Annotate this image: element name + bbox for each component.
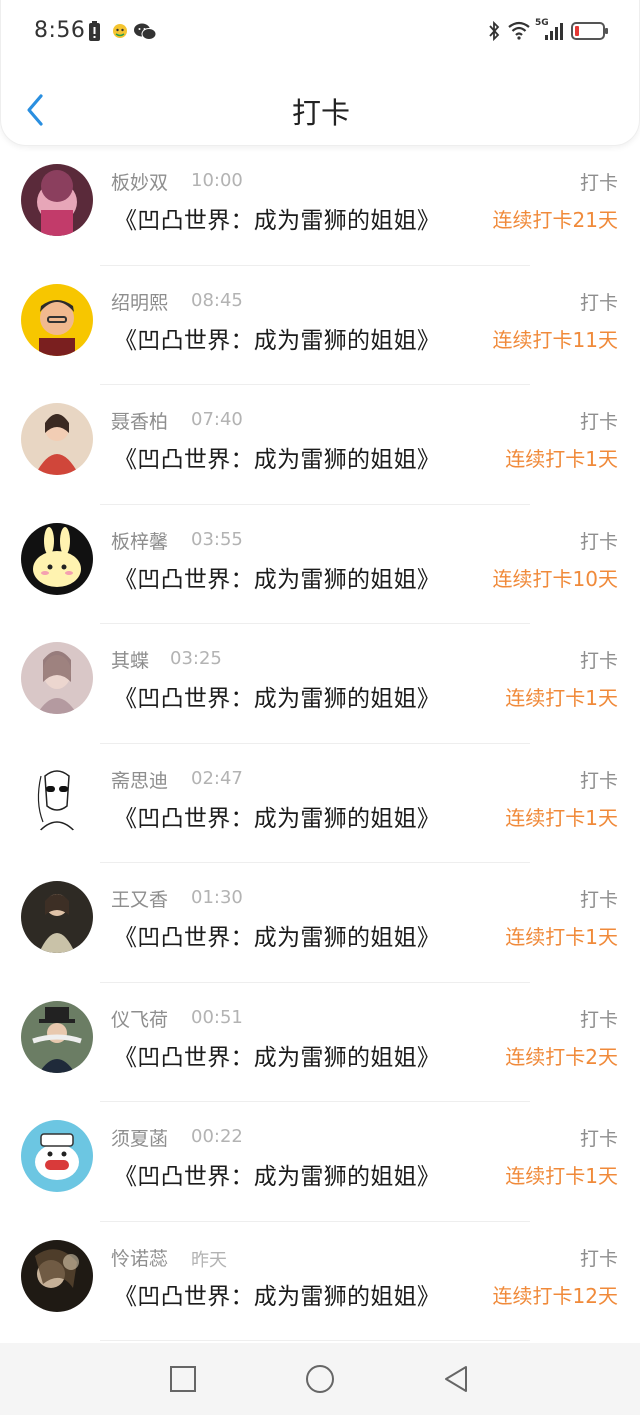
user-name: 王又香: [111, 889, 169, 911]
status-bar: 8:56 5G: [1, 0, 640, 64]
streak-label: 连续打卡1天: [505, 1164, 618, 1188]
streak-label: 连续打卡1天: [505, 805, 618, 830]
app-notification-icon: [113, 24, 127, 38]
avatar[interactable]: [21, 1000, 93, 1073]
status-time: 8:56: [34, 18, 86, 43]
checkin-list: 板妙双 10:00 《凹凸世界：成为雷狮的姐姐》 打卡 连续打卡21天 绍明熙 …: [0, 146, 640, 1342]
list-item[interactable]: 聂香柏 07:40 《凹凸世界：成为雷狮的姐姐》 打卡 连续打卡1天: [0, 385, 640, 505]
avatar[interactable]: [21, 164, 93, 236]
list-item[interactable]: 须夏菡 00:22 《凹凸世界：成为雷狮的姐姐》 打卡 连续打卡1天: [0, 1102, 640, 1222]
streak-label: 连续打卡1天: [505, 925, 618, 949]
checkin-label: 打卡: [579, 1128, 618, 1150]
streak-label: 连续打卡2天: [505, 1044, 618, 1069]
book-title[interactable]: 《凹凸世界：成为雷狮的姐姐》: [114, 1277, 440, 1311]
recent-apps-icon[interactable]: [167, 1363, 199, 1395]
book-title[interactable]: 《凹凸世界：成为雷狮的姐姐》: [114, 1157, 440, 1191]
battery-alert-icon: [89, 21, 100, 41]
list-item[interactable]: 斋思迪 02:47 《凹凸世界：成为雷狮的姐姐》 打卡 连续打卡1天: [0, 744, 640, 863]
checkin-time: 00:22: [191, 1126, 243, 1147]
checkin-time: 10:00: [191, 170, 243, 191]
avatar[interactable]: [21, 642, 93, 714]
list-item[interactable]: 王又香 01:30 《凹凸世界：成为雷狮的姐姐》 打卡 连续打卡1天: [0, 863, 640, 983]
avatar[interactable]: [21, 403, 93, 475]
signal-icon: [545, 23, 563, 40]
divider: [100, 1340, 530, 1341]
streak-label: 连续打卡1天: [505, 447, 618, 471]
user-name: 其蝶: [111, 650, 150, 672]
streak-label: 连续打卡1天: [505, 686, 618, 710]
book-title[interactable]: 《凹凸世界：成为雷狮的姐姐》: [114, 799, 440, 833]
streak-label: 连续打卡21天: [492, 208, 618, 232]
avatar[interactable]: [21, 1239, 93, 1312]
checkin-time: 02:47: [191, 767, 243, 789]
battery-icon: [571, 22, 608, 40]
avatar[interactable]: [21, 881, 93, 953]
home-icon[interactable]: [304, 1363, 336, 1395]
user-name: 板梓馨: [111, 530, 169, 553]
user-name: 怜诺蕊: [111, 1247, 169, 1270]
checkin-label: 打卡: [579, 530, 618, 553]
checkin-label: 打卡: [579, 1008, 618, 1031]
checkin-label: 打卡: [579, 650, 618, 672]
checkin-time: 03:55: [191, 528, 243, 550]
book-title[interactable]: 《凹凸世界：成为雷狮的姐姐》: [114, 440, 440, 474]
checkin-time: 昨天: [191, 1249, 227, 1271]
checkin-time: 00:51: [191, 1006, 243, 1028]
list-item[interactable]: 板妙双 10:00 《凹凸世界：成为雷狮的姐姐》 打卡 连续打卡21天: [0, 146, 640, 266]
book-title[interactable]: 《凹凸世界：成为雷狮的姐姐》: [114, 679, 440, 713]
checkin-label: 打卡: [579, 172, 618, 194]
checkin-label: 打卡: [579, 1247, 618, 1270]
system-nav-bar: [0, 1343, 640, 1415]
streak-label: 连续打卡11天: [492, 327, 618, 352]
user-name: 聂香柏: [111, 411, 169, 433]
book-title[interactable]: 《凹凸世界：成为雷狮的姐姐》: [114, 201, 440, 235]
list-item[interactable]: 仪飞荷 00:51 《凹凸世界：成为雷狮的姐姐》 打卡 连续打卡2天: [0, 983, 640, 1102]
checkin-time: 08:45: [191, 289, 243, 311]
streak-label: 连续打卡12天: [492, 1283, 618, 1308]
user-name: 绍明熙: [111, 291, 169, 314]
bluetooth-icon: [489, 20, 500, 42]
app-header: 8:56 5G 打卡: [0, 0, 640, 146]
user-name: 斋思迪: [111, 769, 169, 792]
avatar[interactable]: [21, 761, 93, 834]
checkin-label: 打卡: [579, 769, 618, 792]
user-name: 须夏菡: [111, 1128, 169, 1150]
list-item[interactable]: 其蝶 03:25 《凹凸世界：成为雷狮的姐姐》 打卡 连续打卡1天: [0, 624, 640, 744]
avatar[interactable]: [21, 1120, 93, 1192]
book-title[interactable]: 《凹凸世界：成为雷狮的姐姐》: [114, 321, 440, 355]
list-item[interactable]: 板梓馨 03:55 《凹凸世界：成为雷狮的姐姐》 打卡 连续打卡10天: [0, 505, 640, 624]
checkin-label: 打卡: [579, 889, 618, 911]
book-title[interactable]: 《凹凸世界：成为雷狮的姐姐》: [114, 1038, 440, 1072]
list-item[interactable]: 怜诺蕊 昨天 《凹凸世界：成为雷狮的姐姐》 打卡 连续打卡12天: [0, 1222, 640, 1341]
avatar[interactable]: [21, 283, 93, 356]
wifi-icon: [508, 21, 530, 40]
book-title[interactable]: 《凹凸世界：成为雷狮的姐姐》: [114, 560, 440, 594]
checkin-time: 07:40: [191, 409, 243, 430]
book-title[interactable]: 《凹凸世界：成为雷狮的姐姐》: [114, 918, 440, 952]
checkin-label: 打卡: [579, 291, 618, 314]
page-title: 打卡: [291, 96, 350, 130]
streak-label: 连续打卡10天: [492, 566, 618, 591]
checkin-time: 01:30: [191, 887, 243, 908]
user-name: 板妙双: [111, 172, 169, 194]
back-triangle-icon[interactable]: [440, 1363, 472, 1395]
avatar[interactable]: [21, 522, 93, 595]
wechat-icon: [134, 23, 156, 40]
list-item[interactable]: 绍明熙 08:45 《凹凸世界：成为雷狮的姐姐》 打卡 连续打卡11天: [0, 266, 640, 385]
checkin-time: 03:25: [170, 648, 222, 669]
user-name: 仪飞荷: [111, 1008, 169, 1031]
checkin-label: 打卡: [579, 411, 618, 433]
